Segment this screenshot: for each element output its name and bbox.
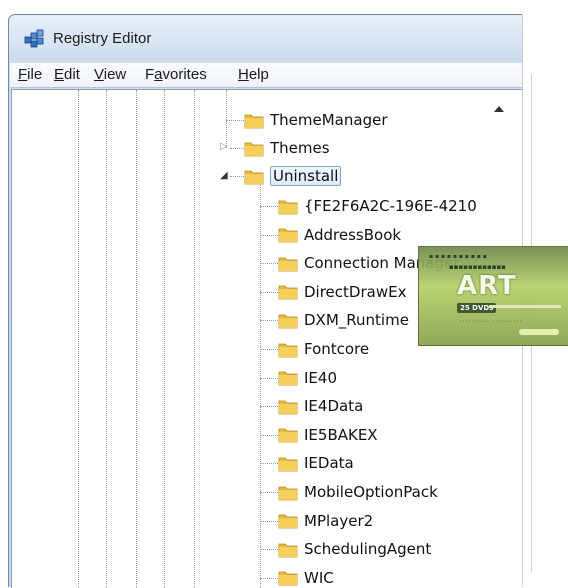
menu-bar: File Edit View Favorites Help [10, 63, 523, 88]
tree-connector [230, 176, 244, 177]
folder-icon [278, 200, 298, 214]
collapse-arrow-icon[interactable]: ◢ [220, 171, 228, 181]
folder-icon [244, 114, 264, 128]
menu-edit[interactable]: Edit [54, 66, 80, 83]
tree-node-child[interactable]: {FE2F6A2C-196E-4210 [278, 194, 477, 218]
tree-connector [260, 377, 278, 379]
tree-connector [260, 520, 278, 522]
menu-help[interactable]: Help [238, 66, 269, 83]
menu-favorites[interactable]: Favorites [145, 66, 207, 83]
folder-icon [244, 142, 264, 156]
tree-guide-line [78, 90, 79, 588]
tree-node-label: WIC [304, 568, 334, 587]
tree-node-label: MPlayer2 [304, 511, 374, 530]
tree-node-label: MobileOptionPack [304, 483, 438, 501]
tree-node-label: Fontcore [304, 340, 370, 358]
watermark-decoration: ▪ ▪ ▪ ▪ ▪ ▪ ▪ ▪ ▪ ▪ [429, 253, 487, 260]
tree-connector [260, 492, 278, 493]
tree-connector [260, 349, 278, 350]
tree-node-label: Uninstall [270, 166, 342, 186]
scroll-up-icon[interactable] [494, 106, 504, 112]
folder-icon [278, 343, 298, 357]
tree-node-child[interactable]: IE4Data [278, 394, 363, 418]
tree-connector [230, 148, 244, 149]
menu-view[interactable]: View [94, 66, 126, 83]
tree-guide-line [136, 90, 137, 588]
title-bar[interactable]: Registry Editor [9, 15, 523, 49]
tree-node-uninstall[interactable]: Uninstall [244, 164, 342, 188]
folder-icon [278, 400, 298, 415]
tree-node-child[interactable]: SchedulingAgent [278, 537, 431, 561]
tree-node-child[interactable]: AddressBook [278, 223, 401, 247]
window-title: Registry Editor [53, 30, 152, 47]
watermark-decoration [489, 305, 561, 308]
tree-connector [260, 463, 278, 465]
tree-node-child[interactable]: IEData [278, 451, 354, 475]
tree-node-label: IEData [304, 454, 354, 473]
folder-icon [278, 228, 298, 243]
tree-connector [260, 406, 278, 408]
tree-node-child[interactable]: DXM_Runtime [278, 308, 409, 332]
watermark-badge: ▪ ▪ ▪ ▪ ▪ ▪ ▪ ▪ ▪ ▪ ▪▪▪▪▪▪▪▪▪▪▪▪ ART 25 … [418, 246, 568, 346]
tree-guide-line [194, 90, 195, 588]
tree-node-label: DirectDrawEx [304, 282, 407, 301]
tree-guide-line [226, 90, 227, 148]
folder-icon [278, 457, 298, 472]
tree-node-label: IE40 [304, 368, 337, 387]
tree-node-label: DXM_Runtime [304, 311, 409, 330]
tree-node-child[interactable]: MPlayer2 [278, 509, 373, 533]
folder-icon [244, 170, 264, 184]
tree-node-label: SchedulingAgent [304, 540, 432, 559]
tree-connector [260, 234, 278, 236]
folder-icon [278, 514, 298, 529]
tree-node-label: IE4Data [304, 397, 364, 416]
watermark-logo: ART [457, 271, 517, 301]
tree-connector [226, 120, 244, 121]
tree-node-label: ThemeManager [270, 111, 388, 129]
tree-node-label: Themes [270, 139, 330, 157]
tree-guide-line [260, 178, 261, 588]
tree-connector [260, 291, 278, 293]
tree-node-label: {FE2F6A2C-196E-4210 [304, 197, 477, 215]
folder-icon [278, 257, 298, 272]
expand-arrow-icon[interactable]: ▷ [220, 142, 228, 152]
watermark-decoration: ·········· ·········· [459, 319, 523, 325]
tree-node-label: IE5BAKEX [304, 425, 378, 444]
folder-icon [278, 428, 298, 443]
tree-connector [260, 434, 278, 436]
tree-connector [260, 577, 278, 579]
tree-node-child[interactable]: WIC [278, 566, 334, 588]
tree-node-child[interactable]: Fontcore [278, 337, 369, 361]
menu-file[interactable]: File [18, 66, 42, 83]
tree-guide-line [164, 90, 165, 588]
watermark-decoration [519, 329, 559, 335]
tree-node-themes[interactable]: Themes [244, 136, 330, 160]
tree-connector [260, 549, 278, 551]
folder-icon [278, 543, 298, 558]
tree-node-child[interactable]: MobileOptionPack [278, 480, 438, 504]
tree-connector [260, 263, 278, 265]
tree-node-thememanager[interactable]: ThemeManager [244, 108, 388, 132]
tree-connector [260, 206, 278, 207]
folder-icon [278, 371, 298, 386]
registry-editor-icon [24, 29, 44, 48]
tree-node-child[interactable]: IE40 [278, 366, 337, 390]
watermark-decoration: ▪▪▪▪▪▪▪▪▪▪▪▪ [449, 263, 506, 271]
tree-node-label: AddressBook [304, 225, 402, 244]
folder-icon [278, 314, 298, 329]
tree-guide-line [106, 90, 107, 588]
folder-icon [278, 486, 298, 500]
folder-icon [278, 285, 298, 300]
tree-node-child[interactable]: IE5BAKEX [278, 423, 378, 447]
tree-node-child[interactable]: DirectDrawEx [278, 280, 406, 304]
tree-connector [260, 320, 278, 322]
